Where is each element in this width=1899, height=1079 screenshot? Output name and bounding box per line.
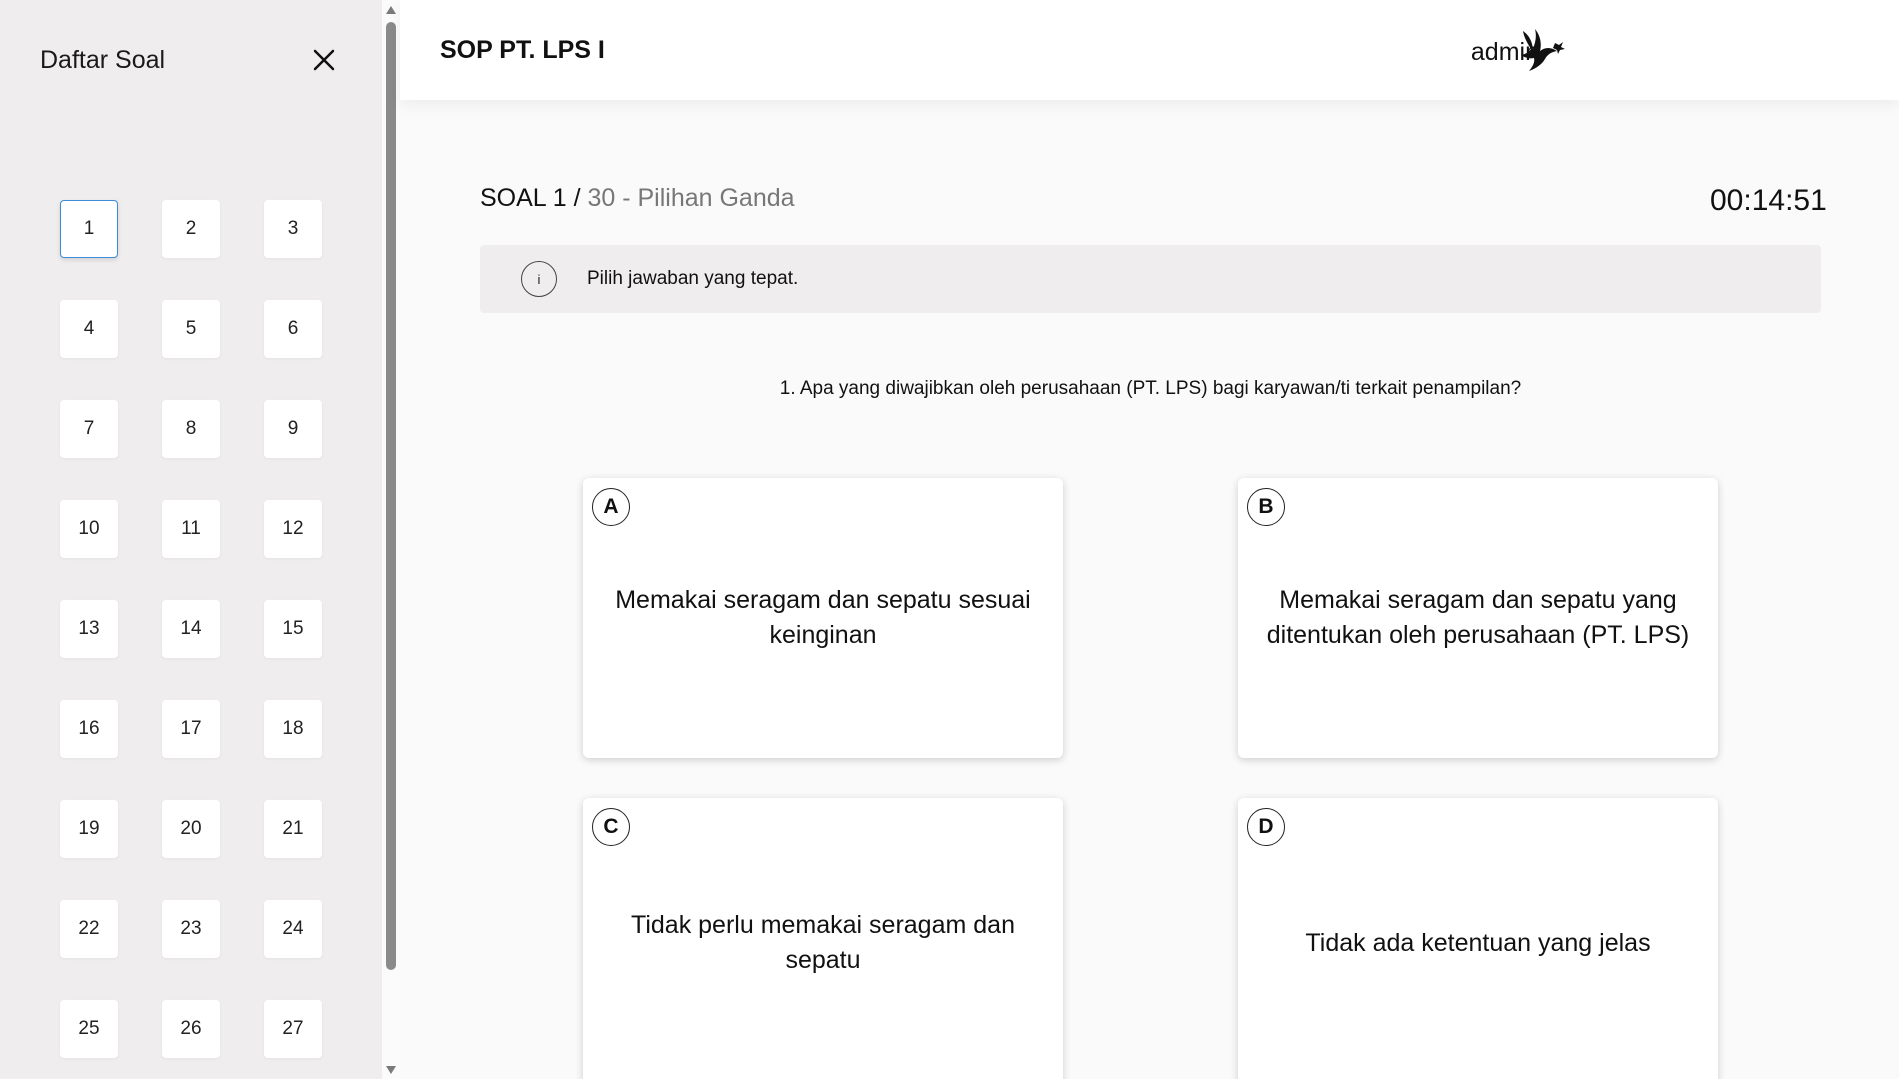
sidebar-header: Daftar Soal bbox=[40, 40, 340, 80]
close-sidebar-button[interactable] bbox=[308, 44, 340, 76]
question-counter-current: SOAL 1 / bbox=[480, 184, 581, 212]
countdown-timer: 00:14:51 bbox=[1710, 184, 1827, 217]
question-number-button-19[interactable]: 19 bbox=[60, 800, 118, 858]
top-bar: SOP PT. LPS I admin bbox=[400, 0, 1899, 100]
question-number-button-23[interactable]: 23 bbox=[162, 900, 220, 958]
question-number-button-5[interactable]: 5 bbox=[162, 300, 220, 358]
close-icon bbox=[313, 49, 335, 71]
question-number-button-13[interactable]: 13 bbox=[60, 600, 118, 658]
option-a[interactable]: A Memakai seragam dan sepatu sesuai kein… bbox=[583, 478, 1063, 758]
question-sidebar: Daftar Soal 1 2 3 4 5 6 7 8 9 10 11 12 13 14 15 16 17 18 1… bbox=[0, 0, 382, 1079]
option-text: Tidak ada ketentuan yang jelas bbox=[1305, 928, 1651, 957]
question-number-button-7[interactable]: 7 bbox=[60, 400, 118, 458]
question-number-button-21[interactable]: 21 bbox=[264, 800, 322, 858]
question-number-button-20[interactable]: 20 bbox=[162, 800, 220, 858]
option-d[interactable]: D Tidak ada ketentuan yang jelas bbox=[1238, 798, 1718, 1079]
question-number-button-8[interactable]: 8 bbox=[162, 400, 220, 458]
question-number-button-2[interactable]: 2 bbox=[162, 200, 220, 258]
question-text: 1. Apa yang diwajibkan oleh perusahaan (… bbox=[779, 378, 1522, 399]
question-number-button-14[interactable]: 14 bbox=[162, 600, 220, 658]
option-b[interactable]: B Memakai seragam dan sepatu yang ditent… bbox=[1238, 478, 1718, 758]
question-number-button-6[interactable]: 6 bbox=[264, 300, 322, 358]
question-number-button-22[interactable]: 22 bbox=[60, 900, 118, 958]
info-icon: i bbox=[521, 261, 557, 297]
question-number-button-25[interactable]: 25 bbox=[60, 1000, 118, 1058]
sidebar-scrollbar[interactable] bbox=[382, 0, 400, 1079]
question-number-button-24[interactable]: 24 bbox=[264, 900, 322, 958]
question-number-button-4[interactable]: 4 bbox=[60, 300, 118, 358]
scroll-up-arrow-icon[interactable] bbox=[386, 6, 396, 14]
question-number-button-10[interactable]: 10 bbox=[60, 500, 118, 558]
question-number-button-3[interactable]: 3 bbox=[264, 200, 322, 258]
question-number-button-18[interactable]: 18 bbox=[264, 700, 322, 758]
question-number-button-1[interactable]: 1 bbox=[60, 200, 118, 258]
question-number-button-12[interactable]: 12 bbox=[264, 500, 322, 558]
question-counter-total: 30 - Pilihan Ganda bbox=[587, 184, 795, 212]
question-number-button-9[interactable]: 9 bbox=[264, 400, 322, 458]
question-number-button-16[interactable]: 16 bbox=[60, 700, 118, 758]
question-number-button-15[interactable]: 15 bbox=[264, 600, 322, 658]
instruction-box: i Pilih jawaban yang tepat. bbox=[480, 245, 1821, 313]
scroll-down-arrow-icon[interactable] bbox=[386, 1066, 396, 1074]
option-text: Memakai seragam dan sepatu yang ditentuk… bbox=[1266, 586, 1690, 649]
option-text: Tidak perlu memakai seragam dan sepatu bbox=[631, 911, 1015, 974]
sidebar-title: Daftar Soal bbox=[40, 45, 166, 74]
instruction-text: Pilih jawaban yang tepat. bbox=[587, 268, 799, 289]
option-c[interactable]: C Tidak perlu memakai seragam dan sepatu bbox=[583, 798, 1063, 1079]
question-number-grid: 1 2 3 4 5 6 7 8 9 10 11 12 13 14 15 16 17 18 19 20 21 22 23 24 2… bbox=[60, 200, 322, 1058]
bird-logo-icon[interactable] bbox=[1515, 25, 1569, 73]
option-text: Memakai seragam dan sepatu sesuai keingi… bbox=[615, 586, 1031, 649]
question-number-button-26[interactable]: 26 bbox=[162, 1000, 220, 1058]
question-number-button-11[interactable]: 11 bbox=[162, 500, 220, 558]
question-number-button-17[interactable]: 17 bbox=[162, 700, 220, 758]
scroll-thumb[interactable] bbox=[386, 22, 396, 970]
question-area: SOAL 1 / 30 - Pilihan Ganda 00:14:51 i P… bbox=[400, 100, 1899, 1079]
question-number-button-27[interactable]: 27 bbox=[264, 1000, 322, 1058]
question-counter: SOAL 1 / 30 - Pilihan Ganda bbox=[480, 184, 795, 213]
app-title: SOP PT. LPS I bbox=[440, 36, 605, 64]
